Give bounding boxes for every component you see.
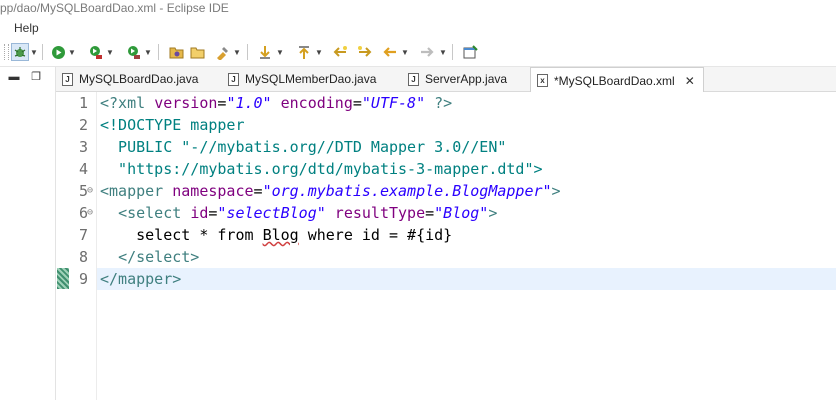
code-line-2: <!DOCTYPE mapper [100, 116, 245, 134]
tab-mysqlmemberdao-java[interactable]: J MySQLMemberDao.java [228, 67, 376, 91]
line-number-ruler: 1 2 3 4 5 ⊖ 6 ⊖ 7 8 9 [56, 92, 97, 400]
code-line-4: "https://mybatis.org/dtd/mybatis-3-mappe… [100, 160, 543, 178]
toolbar-separator [42, 44, 43, 60]
code-line-6: <select id="selectBlog" resultType="Blog… [118, 204, 498, 222]
fold-collapse-icon[interactable]: ⊖ [87, 180, 93, 202]
code-line-5: <mapper namespace="org.mybatis.example.B… [100, 182, 561, 200]
editor-tab-bar: J MySQLBoardDao.java J MySQLMemberDao.ja… [56, 67, 836, 93]
external-tools-icon[interactable] [124, 43, 142, 61]
java-file-icon: J [228, 72, 239, 86]
code-line-1: <?xml version="1.0" encoding="UTF-8" ?> [100, 94, 453, 112]
quick-diff-change-marker [57, 268, 69, 289]
line-number: 6 ⊖ [78, 202, 94, 224]
java-file-icon: J [408, 72, 419, 86]
next-annotation-icon[interactable] [256, 43, 274, 61]
prev-annotation-icon[interactable] [295, 43, 313, 61]
prev-annotation-dropdown-icon[interactable]: ▼ [315, 43, 323, 61]
xml-file-icon: x [537, 74, 548, 87]
code-line-8: </select> [118, 248, 200, 266]
menu-help[interactable]: Help [14, 19, 39, 37]
tab-label: MySQLBoardDao.java [79, 72, 199, 86]
line-number: 7 [78, 226, 88, 244]
open-task-icon[interactable] [213, 43, 231, 61]
forward-dropdown-icon[interactable]: ▼ [439, 43, 447, 61]
minimize-icon[interactable]: ▬ [8, 71, 20, 83]
current-line-highlight [97, 268, 836, 290]
next-annotation-dropdown-icon[interactable]: ▼ [276, 43, 284, 61]
main-toolbar: ▼ ▼ ▼ ▼ ▼ ▼ ▼ ▼ ▼ [0, 38, 836, 67]
tab-mysqlboarddao-java[interactable]: J MySQLBoardDao.java [62, 67, 198, 91]
debug-icon[interactable] [11, 43, 29, 61]
toolbar-grip[interactable] [4, 44, 9, 60]
last-edit-icon[interactable] [331, 43, 349, 61]
tab-label: *MySQLBoardDao.xml [554, 73, 675, 88]
coverage-dropdown-icon[interactable]: ▼ [106, 43, 114, 61]
tab-mysqlboarddao-xml[interactable]: x *MySQLBoardDao.xml ✕ [530, 67, 704, 93]
pin-editor-icon[interactable] [461, 43, 479, 61]
run-dropdown-icon[interactable]: ▼ [68, 43, 76, 61]
fold-collapse-icon[interactable]: ⊖ [87, 202, 93, 224]
coverage-icon[interactable] [86, 43, 104, 61]
xml-editor[interactable]: 1 2 3 4 5 ⊖ 6 ⊖ 7 8 9 <?xml version="1.0" … [56, 92, 836, 400]
toolbar-separator [158, 44, 159, 60]
maximize-icon[interactable]: ❐ [30, 71, 42, 83]
tab-label: MySQLMemberDao.java [245, 72, 377, 86]
toolbar-separator [247, 44, 248, 60]
window-title: pp/dao/MySQLBoardDao.xml - Eclipse IDE [0, 0, 836, 17]
back-icon[interactable] [381, 43, 399, 61]
run-icon[interactable] [49, 43, 67, 61]
code-line-9: </mapper> [100, 270, 182, 288]
next-edit-icon[interactable] [356, 43, 374, 61]
code-line-3: PUBLIC "-//mybatis.org//DTD Mapper 3.0//… [100, 138, 507, 156]
left-view-pane: ▬ ❐ [0, 67, 56, 400]
forward-icon[interactable] [418, 43, 436, 61]
toolbar-separator [452, 44, 453, 60]
external-tools-dropdown-icon[interactable]: ▼ [144, 43, 152, 61]
menu-bar: Help [0, 19, 836, 37]
line-number: 3 [78, 138, 88, 156]
line-number: 5 ⊖ [78, 180, 94, 202]
back-dropdown-icon[interactable]: ▼ [401, 43, 409, 61]
window-title-text: pp/dao/MySQLBoardDao.xml - Eclipse IDE [0, 1, 229, 15]
java-file-icon: J [62, 72, 73, 86]
open-folder-icon[interactable] [188, 43, 206, 61]
tab-label: ServerApp.java [425, 72, 508, 86]
close-tab-icon[interactable]: ✕ [685, 74, 695, 88]
line-number: 8 [78, 248, 88, 266]
line-number: 4 [78, 160, 88, 178]
tab-serverapp-java[interactable]: J ServerApp.java [408, 67, 507, 91]
code-line-7: select * from Blog where id = #{id} [100, 226, 453, 244]
debug-dropdown-icon[interactable]: ▼ [30, 43, 38, 61]
line-number: 2 [78, 116, 88, 134]
open-type-icon[interactable] [167, 43, 185, 61]
line-number: 9 [56, 268, 96, 290]
spelling-error: Blog [262, 226, 299, 244]
line-number: 1 [78, 94, 88, 112]
open-task-dropdown-icon[interactable]: ▼ [233, 43, 241, 61]
